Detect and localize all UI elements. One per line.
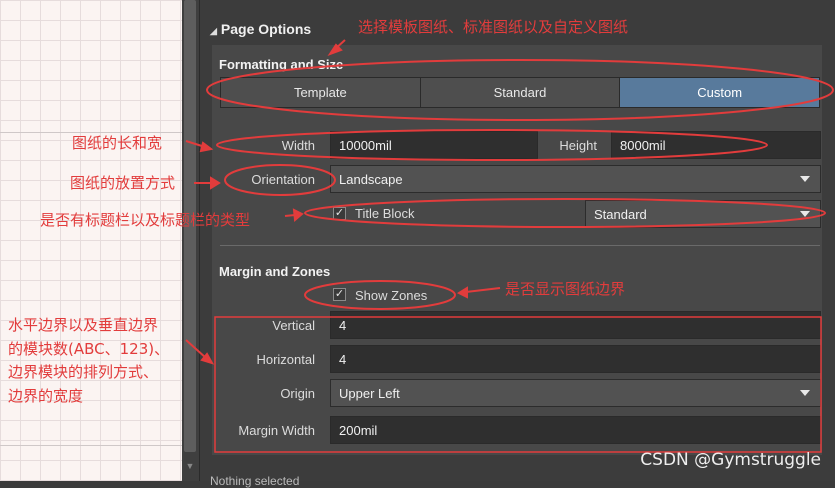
annotation-orientation-note: 图纸的放置方式	[70, 174, 176, 192]
show-zones-label: Show Zones	[355, 288, 428, 303]
width-input[interactable]: 10000mil	[330, 131, 538, 159]
width-label: Width	[281, 138, 315, 153]
standard-button[interactable]: Standard	[420, 78, 621, 107]
origin-label: Origin	[280, 386, 315, 401]
margin-zones-title: Margin and Zones	[219, 264, 331, 279]
vertical-input[interactable]: 4	[330, 311, 821, 339]
annotation-zones-note: 是否显示图纸边界	[505, 280, 626, 298]
orientation-value: Landscape	[339, 171, 403, 187]
chevron-down-icon	[800, 211, 810, 217]
formatting-title: Formatting and Size	[219, 57, 344, 72]
title-block-dropdown[interactable]: Standard	[585, 200, 821, 228]
properties-panel: ◢ Page Options Formatting and Size Templa…	[200, 0, 835, 488]
margin-width-label: Margin Width	[238, 423, 315, 438]
scroll-down-icon[interactable]: ▼	[183, 460, 197, 472]
origin-value: Upper Left	[339, 385, 400, 401]
custom-button[interactable]: Custom	[620, 78, 820, 107]
collapse-triangle-icon[interactable]: ◢	[210, 26, 217, 36]
horizontal-label: Horizontal	[256, 352, 315, 367]
show-zones-checkbox[interactable]: ✓	[333, 288, 346, 301]
height-input[interactable]: 8000mil	[611, 131, 821, 159]
annotation-template-note: 选择模板图纸、标准图纸以及自定义图纸	[358, 18, 629, 36]
title-block-label: Title Block	[355, 206, 415, 221]
annotation-margin-note-3: 边界模块的排列方式、	[8, 363, 159, 381]
chevron-down-icon	[800, 390, 810, 396]
chevron-down-icon	[800, 176, 810, 182]
title-block-value: Standard	[594, 206, 647, 222]
annotation-margin-note-4: 边界的宽度	[8, 387, 84, 405]
height-label: Height	[559, 138, 597, 153]
annotation-margin-note-2: 的模块数(ABC、123)、	[8, 340, 170, 358]
annotation-size-note: 图纸的长和宽	[72, 134, 163, 152]
schematic-canvas[interactable]	[0, 0, 182, 481]
margin-width-input[interactable]: 200mil	[330, 416, 821, 444]
origin-dropdown[interactable]: Upper Left	[330, 379, 821, 407]
canvas-border-line	[0, 445, 182, 446]
annotation-title-block-note: 是否有标题栏以及标题栏的类型	[40, 211, 251, 229]
page-options-title: Page Options	[220, 21, 312, 37]
page-options-header[interactable]: ◢ Page Options	[210, 18, 311, 40]
format-segmented-control: Template Standard Custom	[220, 77, 820, 108]
template-button[interactable]: Template	[221, 78, 421, 107]
title-block-checkbox[interactable]: ✓	[333, 207, 346, 220]
orientation-label: Orientation	[251, 172, 315, 187]
vertical-label: Vertical	[272, 318, 315, 333]
status-text: Nothing selected	[210, 474, 300, 488]
horizontal-input[interactable]: 4	[330, 345, 821, 373]
orientation-dropdown[interactable]: Landscape	[330, 165, 821, 193]
section-divider	[220, 245, 820, 246]
watermark: CSDN @Gymstruggle	[640, 450, 821, 470]
annotation-margin-note-1: 水平边界以及垂直边界	[8, 316, 159, 334]
